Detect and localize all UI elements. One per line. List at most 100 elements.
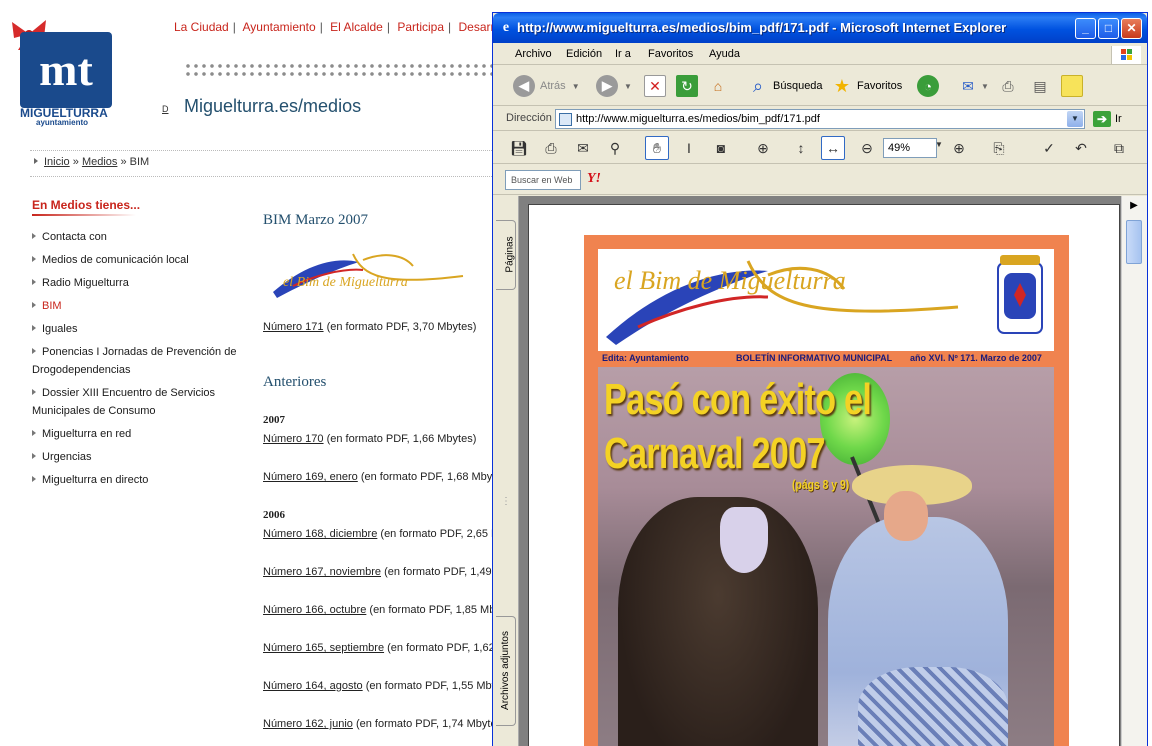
sidebar-item-iguales[interactable]: Iguales xyxy=(32,320,237,338)
cover-masthead: el Bim de Miguelturra xyxy=(598,249,1054,351)
sidebar-item-medios-locales[interactable]: Medios de comunicación local xyxy=(32,251,237,269)
tab-paginas[interactable]: Páginas xyxy=(496,220,516,290)
snapshot-icon[interactable]: ◙ xyxy=(709,136,733,160)
miguelturra-logo[interactable]: mt MIGUELTURRA ayuntamiento xyxy=(8,16,118,127)
zoom-in-icon[interactable]: ⊕ xyxy=(947,136,971,160)
spellcheck-icon[interactable]: ✓ xyxy=(1037,136,1061,160)
mail-button[interactable]: ✉ ▼ xyxy=(957,74,989,98)
sidebar-item-radio[interactable]: Radio Miguelturra xyxy=(32,274,237,292)
bim-logo: el Bim de Miguelturra xyxy=(273,253,464,298)
breadcrumb-inicio[interactable]: Inicio xyxy=(44,156,70,168)
panel-grip-icon[interactable]: ⋮ xyxy=(493,496,519,512)
zoom-field[interactable]: 49% xyxy=(883,138,937,158)
history-button[interactable]: ◔ xyxy=(917,74,939,98)
menu-ir-a[interactable]: Ir a xyxy=(615,48,631,60)
nav-la-ciudad[interactable]: La Ciudad xyxy=(174,20,229,34)
issue-170-link[interactable]: Número 170 xyxy=(263,433,324,445)
yahoo-logo-icon[interactable]: Y! xyxy=(587,171,601,187)
search-button[interactable]: ⌕ Búsqueda xyxy=(747,74,823,98)
search-icon: ⌕ xyxy=(752,75,764,96)
refresh-button[interactable]: ↻ xyxy=(676,74,698,98)
address-input[interactable]: http://www.miguelturra.es/medios/bim_pdf… xyxy=(555,109,1085,129)
forward-button[interactable]: ▶ ▼ xyxy=(596,74,632,98)
select-text-icon[interactable]: I xyxy=(677,136,701,160)
home-icon: ⌂ xyxy=(713,78,723,94)
edit-button[interactable]: ▤ xyxy=(1029,74,1051,98)
sidebar-item-en-directo[interactable]: Miguelturra en directo xyxy=(32,471,237,489)
tab-archivos-adjuntos[interactable]: Archivos adjuntos xyxy=(496,616,516,726)
fit-page-icon[interactable]: ↕ xyxy=(789,136,813,160)
issue-162-link[interactable]: Número 162, junio xyxy=(263,718,353,730)
scrollbar-thumb[interactable] xyxy=(1126,220,1142,264)
sidebar-item-label: Miguelturra en directo xyxy=(42,474,149,486)
window-title-bar[interactable]: e http://www.miguelturra.es/medios/bim_p… xyxy=(493,13,1147,43)
issue-171-link[interactable]: Número 171 xyxy=(263,321,324,333)
stop-button[interactable]: ✕ xyxy=(644,74,666,98)
sidebar-item-contacta[interactable]: Contacta con xyxy=(32,228,237,246)
headline-line-1: Pasó con éxito el xyxy=(604,375,872,424)
scroll-up-arrow-icon[interactable]: ▶ xyxy=(1125,200,1143,216)
home-button[interactable]: ⌂ xyxy=(707,74,729,98)
chevron-down-icon: ▼ xyxy=(981,81,989,91)
issue-168-link[interactable]: Número 168, diciembre xyxy=(263,528,377,540)
sidebar-item-label: Iguales xyxy=(42,323,78,335)
breadcrumb: Inicio » Medios » BIM xyxy=(34,156,149,168)
issue-line: Número 168, diciembre (en formato PDF, 2… xyxy=(263,528,500,540)
breadcrumb-medios[interactable]: Medios xyxy=(82,156,117,168)
triangle-bullet-icon xyxy=(32,256,36,262)
sidebar-item-urgencias[interactable]: Urgencias xyxy=(32,448,237,466)
nav-ayuntamiento[interactable]: Ayuntamiento xyxy=(243,20,316,34)
sidebar-item-label: Medios de comunicación local xyxy=(42,254,189,266)
zoom-out-icon[interactable]: ⊖ xyxy=(855,136,879,160)
sidebar-item-dossier[interactable]: Dossier XIII Encuentro de Servicios Muni… xyxy=(32,384,237,420)
issue-167-link[interactable]: Número 167, noviembre xyxy=(263,566,381,578)
zoom-in-tool-icon[interactable]: ⊕ xyxy=(751,136,775,160)
issue-165-link[interactable]: Número 165, septiembre xyxy=(263,642,384,654)
copy-icon[interactable]: ⧉ xyxy=(1107,136,1131,160)
logo-subtitle: ayuntamiento xyxy=(36,118,89,127)
vertical-scrollbar[interactable]: ▶ xyxy=(1121,196,1147,746)
triangle-bullet-icon xyxy=(32,233,36,239)
sidebar-item-ponencias[interactable]: Ponencias I Jornadas de Prevención de Dr… xyxy=(32,343,237,379)
triangle-bullet-icon xyxy=(32,453,36,459)
issue-169-link[interactable]: Número 169, enero xyxy=(263,471,358,483)
discuss-button[interactable] xyxy=(1061,74,1083,98)
issue-164-link[interactable]: Número 164, agosto xyxy=(263,680,363,692)
menu-archivo[interactable]: Archivo xyxy=(515,48,552,60)
braille-dot-pattern xyxy=(184,62,494,80)
undo-icon[interactable]: ↶ xyxy=(1069,136,1093,160)
back-arrow-icon: ◀ xyxy=(513,75,535,97)
save-icon[interactable]: 💾︎ xyxy=(507,136,531,160)
web-search-input[interactable]: Buscar en Web xyxy=(505,170,581,190)
small-d-link[interactable]: D xyxy=(162,104,169,114)
email-icon[interactable]: ✉ xyxy=(571,136,595,160)
cover-boletin: BOLETÍN INFORMATIVO MUNICIPAL xyxy=(736,353,893,363)
menu-edicion[interactable]: Edición xyxy=(566,48,602,60)
issue-166-link[interactable]: Número 166, octubre xyxy=(263,604,366,616)
minimize-button[interactable]: _ xyxy=(1075,18,1096,39)
nav-el-alcalde[interactable]: El Alcalde xyxy=(330,20,383,34)
chevron-down-icon[interactable]: ▼ xyxy=(1067,111,1083,127)
chevron-down-icon[interactable]: ▼ xyxy=(935,140,943,149)
menu-favoritos[interactable]: Favoritos xyxy=(648,48,693,60)
back-button[interactable]: ◀ Atrás ▼ xyxy=(513,74,580,98)
pdf-page-area[interactable]: el Bim de Miguelturra Edita: Ayuntamient… xyxy=(520,196,1120,746)
sidebar-item-en-red[interactable]: Miguelturra en red xyxy=(32,425,237,443)
issue-note: (en formato PDF, 1,66 Mbytes) xyxy=(323,433,477,445)
print-icon[interactable]: ⎙ xyxy=(539,136,563,160)
hand-tool-icon[interactable]: ✋︎ xyxy=(645,136,669,160)
fit-width-icon[interactable]: ↔ xyxy=(821,136,845,160)
find-binoculars-icon[interactable]: ⚲ xyxy=(603,136,627,160)
triangle-bullet-icon xyxy=(32,476,36,482)
maximize-button[interactable]: □ xyxy=(1098,18,1119,39)
chevron-down-icon: ▼ xyxy=(571,81,580,91)
menu-ayuda[interactable]: Ayuda xyxy=(709,48,740,60)
sidebar-item-bim[interactable]: BIM xyxy=(32,297,237,315)
sidebar-item-label: Miguelturra en red xyxy=(42,428,132,440)
close-button[interactable]: ✕ xyxy=(1121,18,1142,39)
print-button[interactable]: ⎙ xyxy=(997,74,1019,98)
nav-participa[interactable]: Participa xyxy=(397,20,444,34)
go-button[interactable]: ➔ Ir xyxy=(1093,111,1122,127)
rotate-pages-icon[interactable]: ⎘ xyxy=(987,136,1011,160)
favorites-button[interactable]: ★ Favoritos xyxy=(831,74,902,98)
